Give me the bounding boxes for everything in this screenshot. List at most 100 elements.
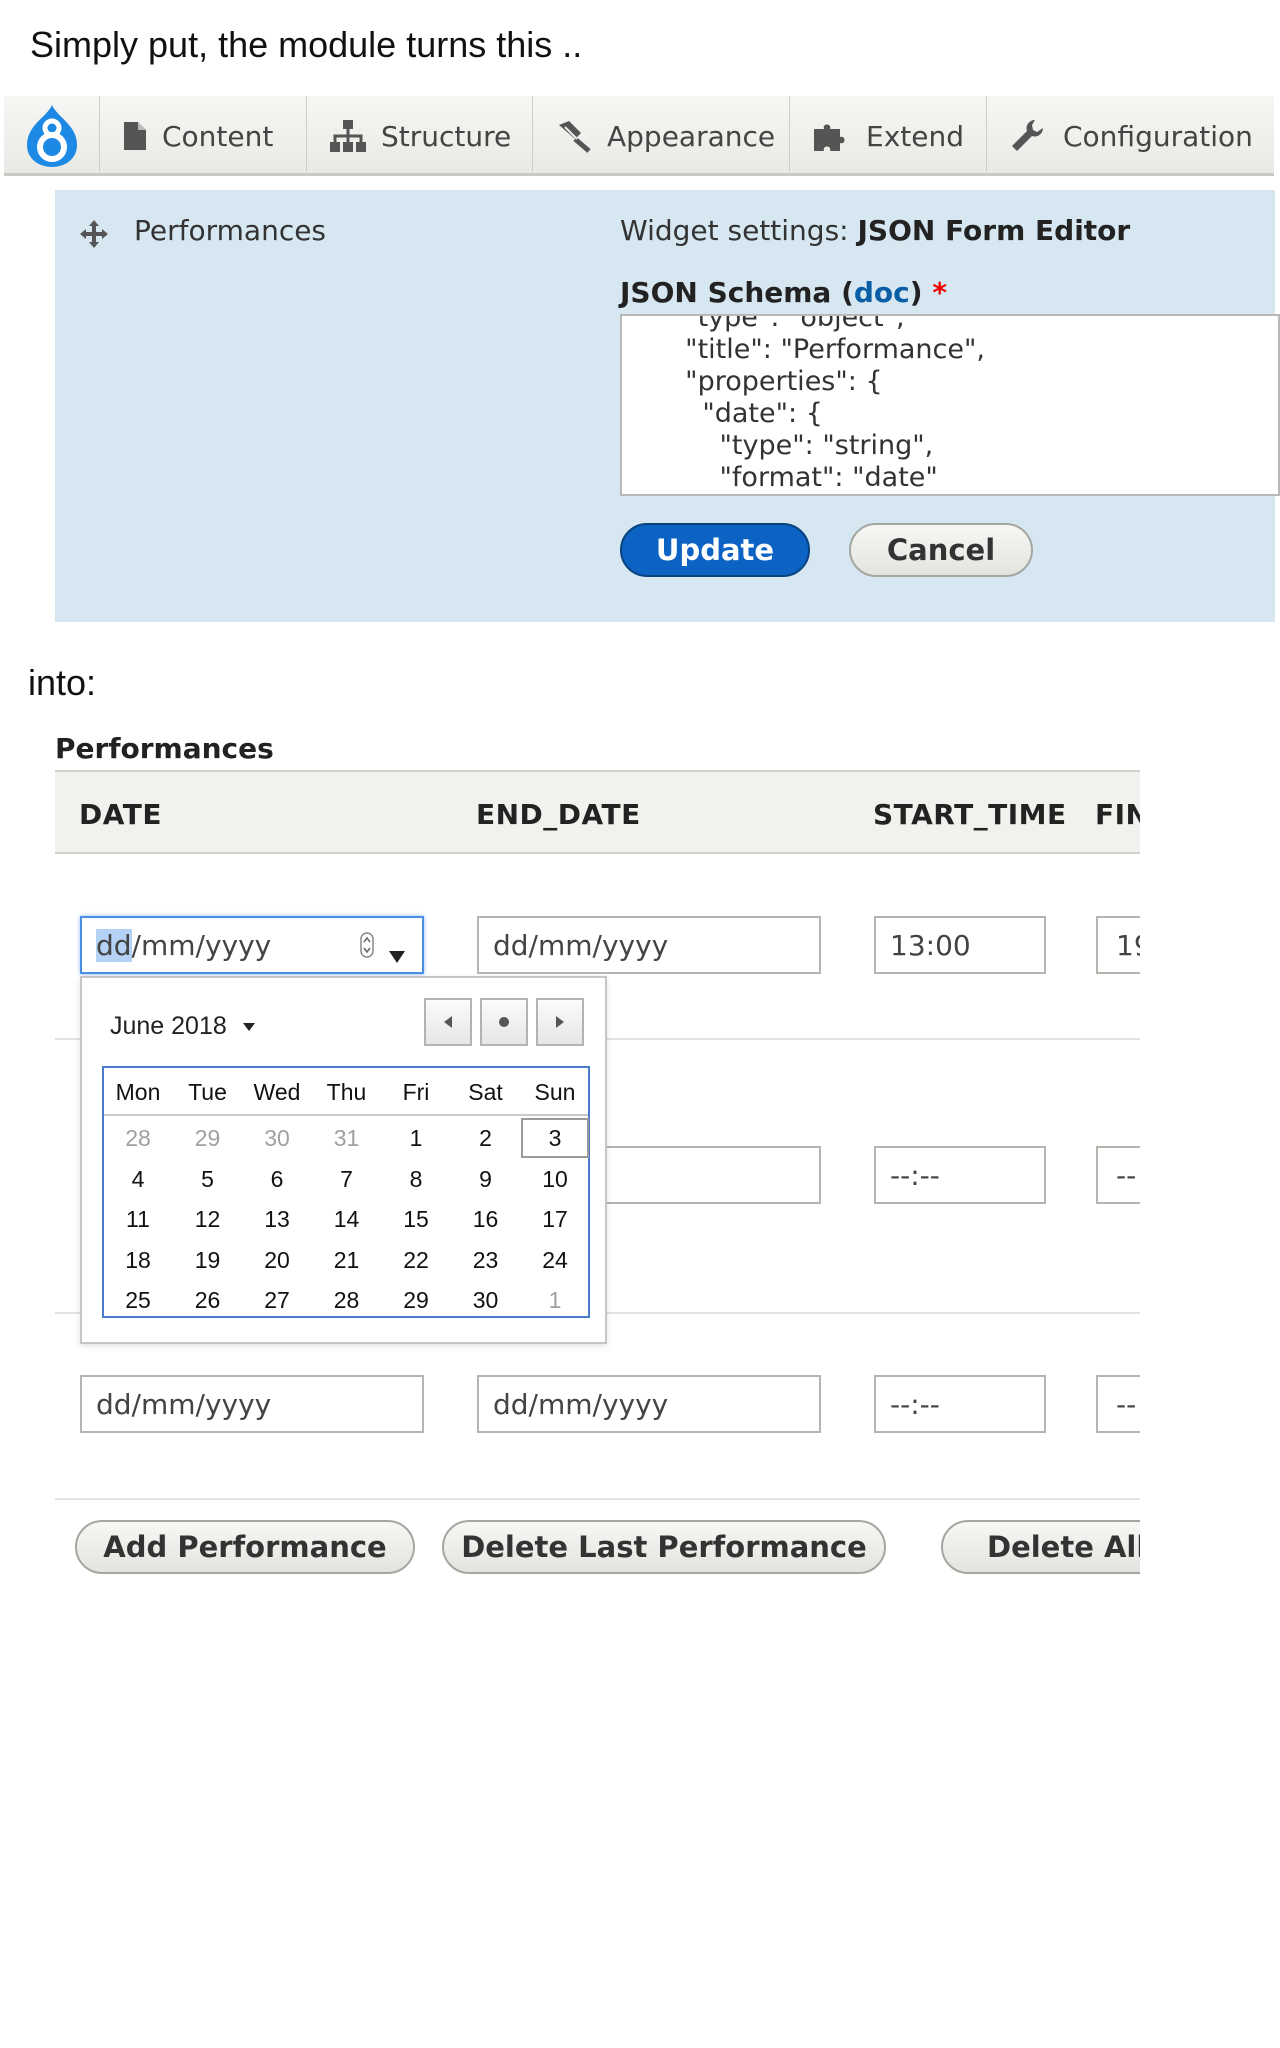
- start-time-input[interactable]: --:--: [874, 1146, 1046, 1204]
- drupal-logo-icon[interactable]: [4, 96, 100, 176]
- add-performance-button[interactable]: Add Performance: [75, 1520, 415, 1574]
- doc-link[interactable]: doc: [854, 276, 910, 309]
- calendar-day[interactable]: 17: [521, 1199, 589, 1239]
- brush-icon: [559, 121, 591, 153]
- finish-time-input[interactable]: --: [1096, 1146, 1140, 1204]
- chevron-right-icon: [556, 1016, 564, 1028]
- toolbar-item-appearance[interactable]: Appearance: [533, 96, 790, 176]
- toolbar-item-label: Content: [162, 119, 274, 153]
- puzzle-icon: [814, 124, 845, 151]
- weekday-label: Sat: [468, 1079, 503, 1105]
- delete-all-button[interactable]: Delete All: [941, 1520, 1140, 1574]
- calendar-day[interactable]: 1: [382, 1118, 450, 1158]
- calendar-day[interactable]: 6: [243, 1159, 311, 1199]
- date-rest-segment: /mm/yyyy: [131, 928, 272, 962]
- end-date-input[interactable]: dd/mm/yyyy: [477, 1375, 821, 1433]
- weekday-header: Mon Tue Wed Thu Fri Sat Sun: [104, 1068, 588, 1116]
- json-schema-textarea[interactable]: "type": "object", "title": "Performance"…: [620, 314, 1280, 496]
- toolbar-item-label: Configuration: [1063, 119, 1253, 153]
- sitemap-icon: [330, 120, 366, 152]
- into-caption: into:: [28, 662, 97, 703]
- calendar-day[interactable]: 10: [521, 1159, 589, 1199]
- column-header-end-date: END_DATE: [476, 798, 641, 831]
- calendar-day[interactable]: 11: [104, 1199, 172, 1239]
- calendar-day[interactable]: 28: [104, 1118, 172, 1158]
- calendar-day[interactable]: 19: [174, 1240, 242, 1280]
- json-schema-text: "type": "object", "title": "Performance"…: [685, 314, 985, 493]
- end-date-input[interactable]: dd/mm/yyyy: [477, 916, 821, 974]
- calendar-day[interactable]: 21: [313, 1240, 381, 1280]
- weekday-label: Mon: [115, 1079, 161, 1105]
- widget-settings-prefix: Widget settings:: [620, 214, 849, 247]
- calendar-day[interactable]: 31: [313, 1118, 381, 1158]
- dot-icon: [499, 1017, 509, 1027]
- cancel-button[interactable]: Cancel: [849, 523, 1033, 577]
- month-label: June 2018: [110, 1012, 227, 1040]
- calendar-day[interactable]: 8: [382, 1159, 450, 1199]
- drag-handle-icon[interactable]: [78, 218, 110, 254]
- calendar-day[interactable]: 27: [243, 1280, 311, 1320]
- calendar-day[interactable]: 4: [104, 1159, 172, 1199]
- calendar-day[interactable]: 23: [452, 1240, 520, 1280]
- page-icon: [124, 122, 146, 150]
- next-month-button[interactable]: [536, 998, 584, 1046]
- calendar-day[interactable]: 24: [521, 1240, 589, 1280]
- calendar-day[interactable]: 30: [243, 1118, 311, 1158]
- calendar-day[interactable]: 26: [174, 1280, 242, 1320]
- finish-time-input[interactable]: 19: [1096, 916, 1140, 974]
- start-time-input[interactable]: 13:00: [874, 916, 1046, 974]
- toolbar-item-content[interactable]: Content: [100, 96, 307, 176]
- calendar-day[interactable]: 30: [452, 1280, 520, 1320]
- dropdown-arrow-icon[interactable]: [388, 938, 406, 971]
- calendar-day[interactable]: 18: [104, 1240, 172, 1280]
- toolbar-item-structure[interactable]: Structure: [307, 96, 533, 176]
- caret-down-icon: [242, 1023, 255, 1032]
- chevron-left-icon: [444, 1016, 452, 1028]
- calendar-day[interactable]: 28: [313, 1280, 381, 1320]
- column-header-date: DATE: [79, 798, 162, 831]
- json-schema-label: JSON Schema (doc) *: [620, 276, 947, 309]
- today-button[interactable]: [480, 998, 528, 1046]
- calendar-day[interactable]: 25: [104, 1280, 172, 1320]
- calendar-day[interactable]: 5: [174, 1159, 242, 1199]
- widget-settings-label: Widget settings: JSON Form Editor: [620, 214, 1130, 247]
- form-title: Performances: [55, 732, 274, 765]
- calendar-day[interactable]: 15: [382, 1199, 450, 1239]
- json-schema-label-text: JSON Schema: [620, 276, 832, 309]
- start-time-input[interactable]: --:--: [874, 1375, 1046, 1433]
- calendar-day[interactable]: 29: [174, 1118, 242, 1158]
- weekday-label: Wed: [253, 1079, 301, 1105]
- form-actions: Add Performance Delete Last Performance …: [0, 1500, 1140, 1580]
- month-selector[interactable]: June 2018: [110, 1012, 256, 1041]
- calendar-day[interactable]: 2: [452, 1118, 520, 1158]
- toolbar-item-configuration[interactable]: Configuration: [987, 96, 1274, 176]
- calendar-day[interactable]: 12: [174, 1199, 242, 1239]
- intro-caption: Simply put, the module turns this ..: [30, 24, 583, 65]
- delete-last-performance-button[interactable]: Delete Last Performance: [442, 1520, 886, 1574]
- date-input[interactable]: dd/mm/yyyy: [80, 916, 424, 974]
- calendar-day[interactable]: 22: [382, 1240, 450, 1280]
- calendar-day[interactable]: 20: [243, 1240, 311, 1280]
- calendar-day[interactable]: 29: [382, 1280, 450, 1320]
- calendar-day[interactable]: 7: [313, 1159, 381, 1199]
- calendar-day[interactable]: 3: [521, 1118, 589, 1158]
- calendar-day[interactable]: 14: [313, 1199, 381, 1239]
- column-header-finish: FINI: [1095, 798, 1140, 831]
- prev-month-button[interactable]: [424, 998, 472, 1046]
- weekday-label: Tue: [188, 1079, 227, 1105]
- calendar-day[interactable]: 16: [452, 1199, 520, 1239]
- table-header: DATE END_DATE START_TIME FINI: [55, 770, 1140, 854]
- toolbar-item-extend[interactable]: Extend: [790, 96, 987, 176]
- finish-time-input[interactable]: --: [1096, 1375, 1140, 1433]
- calendar-day[interactable]: 13: [243, 1199, 311, 1239]
- calendar-day[interactable]: 9: [452, 1159, 520, 1199]
- update-button[interactable]: Update: [620, 523, 810, 577]
- date-input[interactable]: dd/mm/yyyy: [80, 1375, 424, 1433]
- toolbar-item-label: Extend: [866, 119, 964, 153]
- calendar-day[interactable]: 1: [521, 1280, 589, 1320]
- weekday-label: Thu: [326, 1079, 367, 1105]
- required-marker: *: [932, 276, 947, 309]
- column-header-start-time: START_TIME: [873, 798, 1067, 831]
- admin-toolbar: Content Structure Appearance Extend Conf…: [4, 96, 1274, 176]
- spinner-icon[interactable]: [360, 932, 374, 965]
